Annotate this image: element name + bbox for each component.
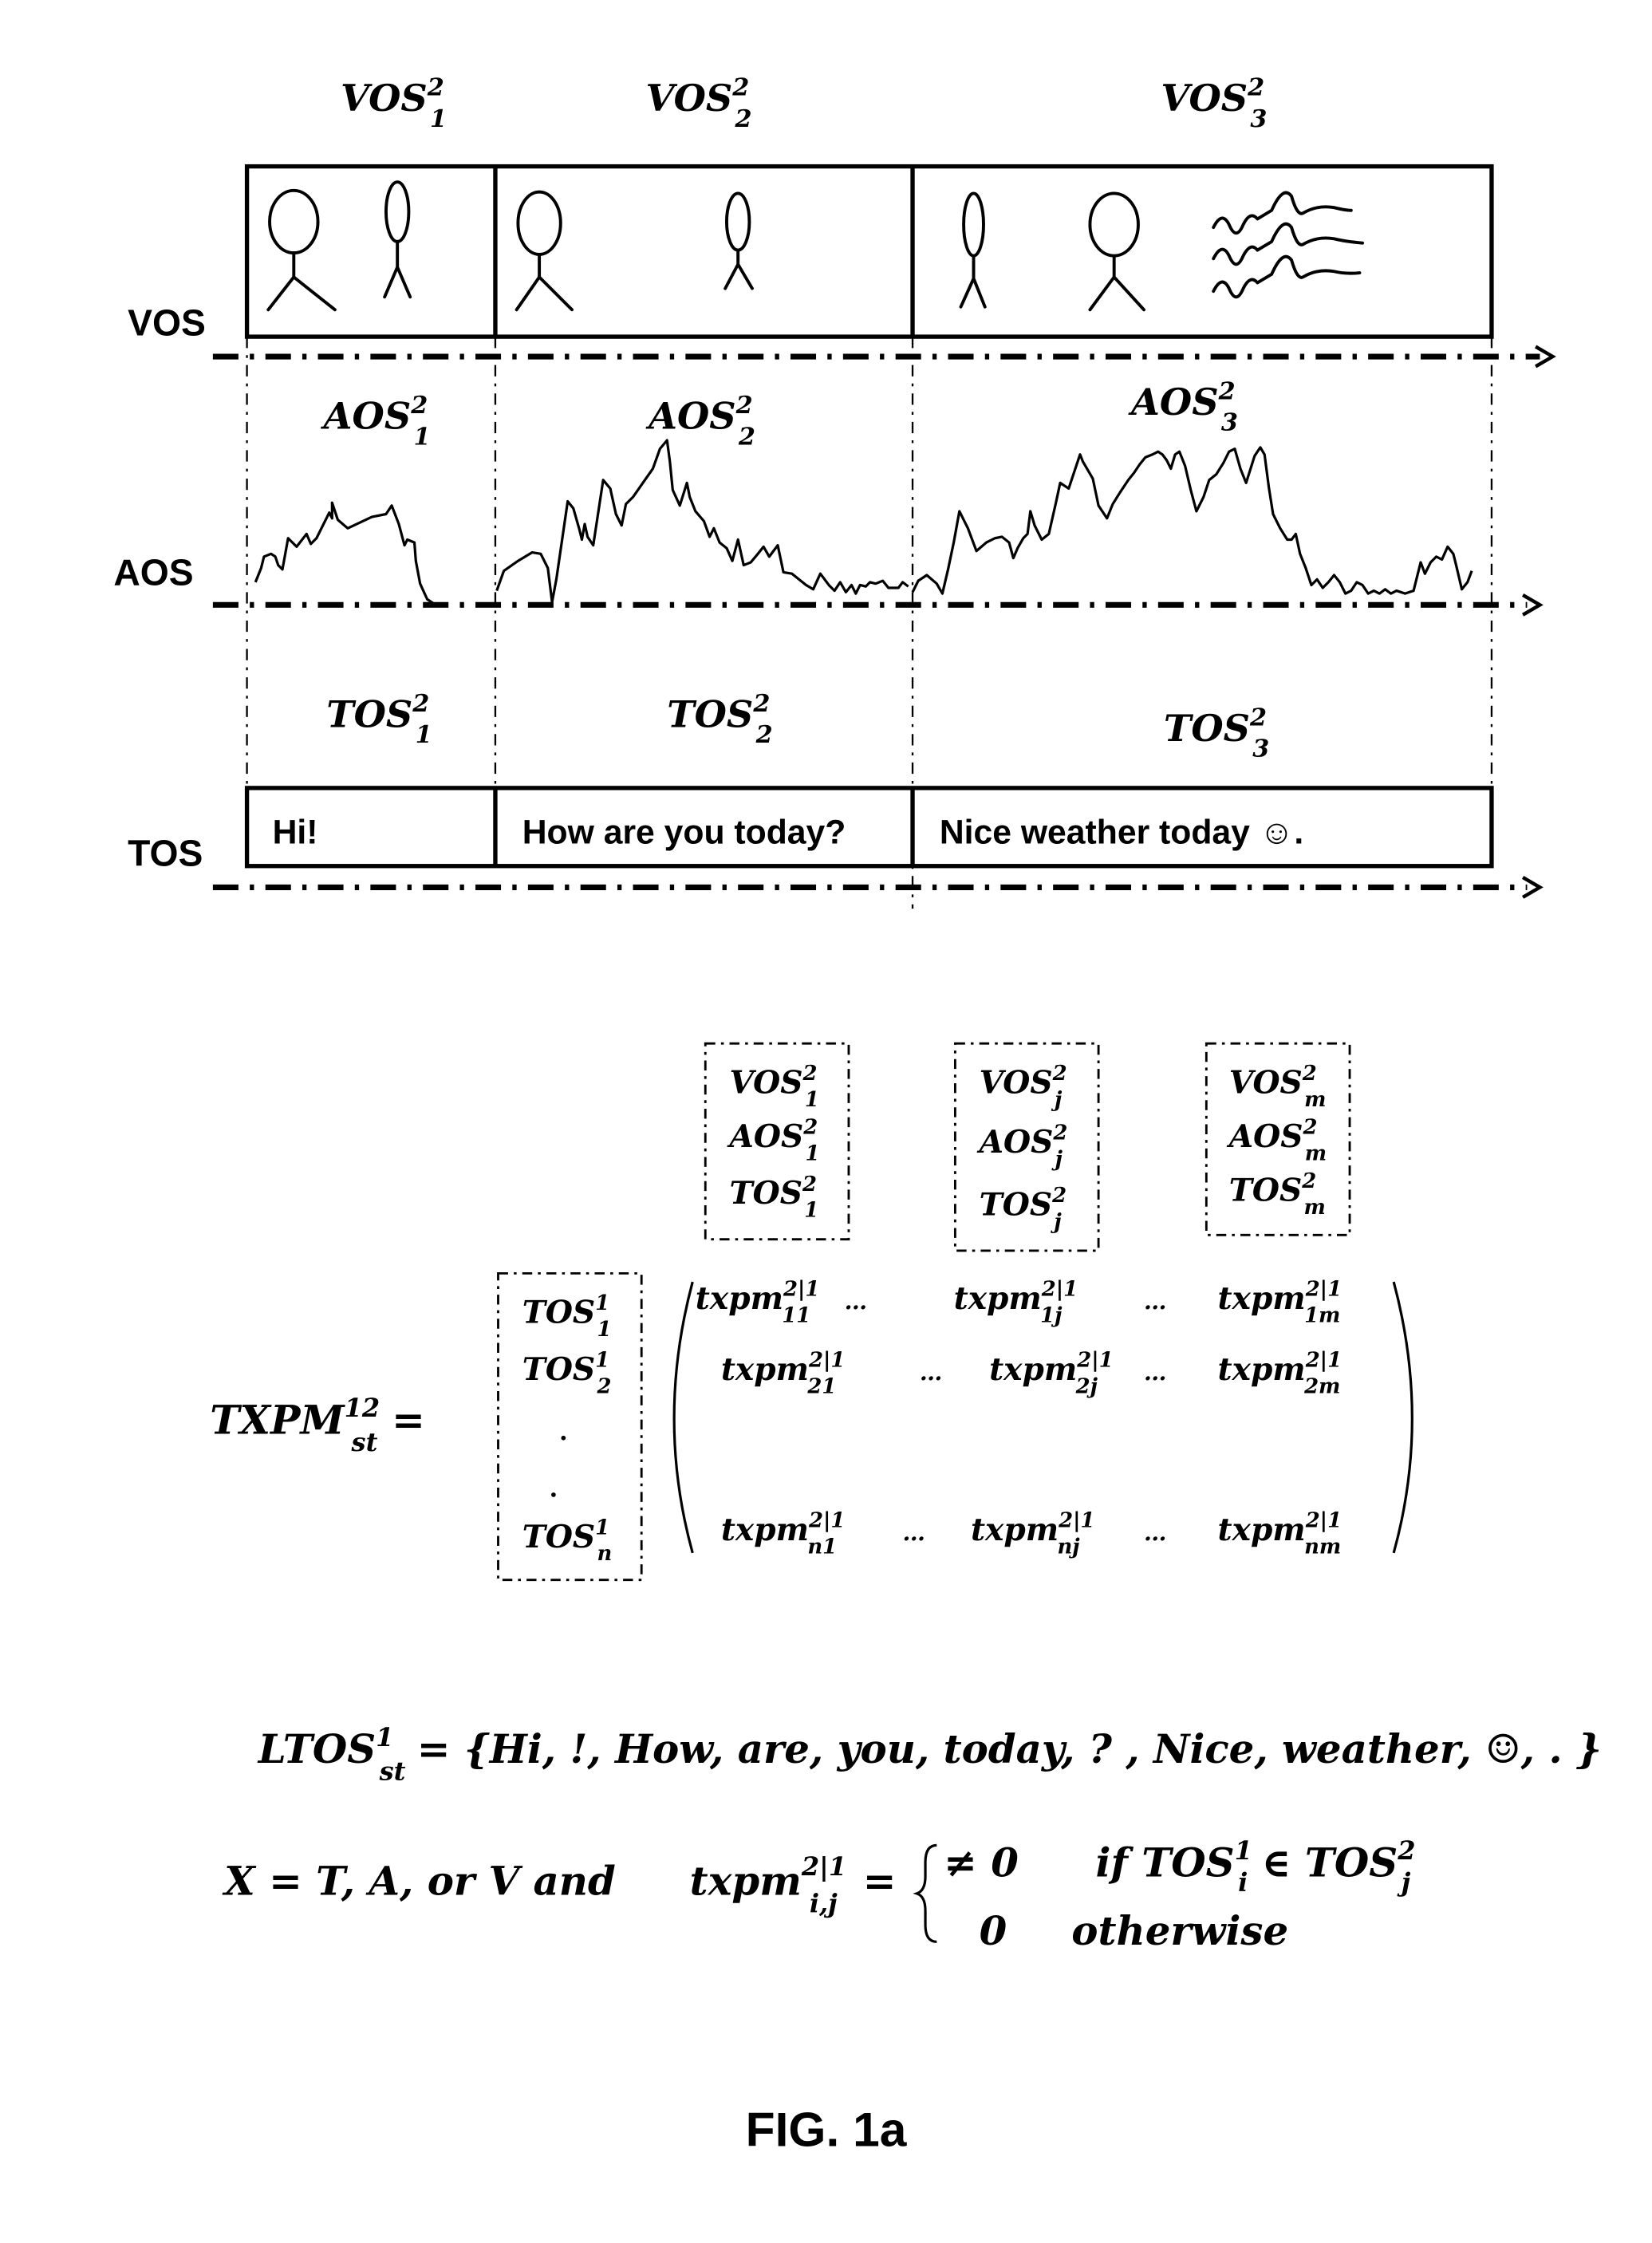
matrix-cell: txpm2|1 21 (721, 1348, 845, 1398)
matrix-cell: txpm2|1 1j (954, 1277, 1078, 1327)
stream-label-vos: VOS (128, 302, 206, 343)
vertical-ellipsis-dot (551, 1492, 556, 1497)
segment-dividers (246, 337, 1493, 909)
stream-label-tos: TOS (128, 833, 203, 874)
figure-caption: FIG. 1a (746, 2103, 908, 2157)
matrix-lhs: TXPM12 st = (210, 1393, 425, 1457)
audio-waveforms (254, 439, 1473, 606)
column-header-tos-1: TOS2 1 (730, 1173, 819, 1223)
ltos-equation: LTOS1 st = {Hi, !, How, are, you, today, ?… (257, 1722, 1602, 1787)
definition-left: X = T, A, or V and (222, 1858, 616, 1905)
person-narrow-icon (383, 180, 412, 299)
stream-label-aos: AOS (113, 551, 193, 593)
case1-condition: if TOS1 i ∈ TOS2 j (1096, 1835, 1416, 1897)
matrix-cell: txpm2|1 2j (989, 1348, 1113, 1398)
column-header-vos-1: VOS2 1 (730, 1062, 819, 1112)
vos-stream-box (244, 164, 1494, 339)
matrix-cells: txpm2|1 11 txpm2|1 1j txpm2|1 1m … … txpm2|1 21 tx… (696, 1277, 1342, 1559)
vos-segment-label-1: VOS2 1 (341, 74, 447, 133)
vos-segment-label-2: VOS2 2 (646, 74, 752, 133)
tos-time-axis (212, 876, 1544, 899)
vos-time-axis (212, 345, 1556, 369)
row-header-tos: TOS1 n (522, 1516, 613, 1566)
vos-segment-label-3: VOS2 3 (1161, 74, 1267, 133)
horizontal-ellipsis: … (1144, 1519, 1166, 1546)
column-header-vos-3: VOS2 m (1229, 1062, 1327, 1112)
arrow-head-icon (1521, 876, 1544, 899)
matrix-cell: txpm2|1 1m (1218, 1277, 1342, 1327)
aos-segment-label-2: AOS2 2 (645, 392, 755, 451)
wavy-lines-icon (1212, 191, 1364, 299)
tos-segment-label-3: TOS2 3 (1164, 704, 1269, 763)
column-header-tos-3: TOS2 m (1229, 1169, 1326, 1220)
aos-segment-label-1: AOS2 1 (321, 392, 431, 451)
horizontal-ellipsis: … (920, 1358, 942, 1386)
matrix-cell: txpm2|1 n1 (721, 1508, 845, 1559)
person-narrow-icon (723, 191, 754, 290)
audio-waveform-1 (254, 501, 444, 606)
matrix-cell: txpm2|1 nm (1218, 1508, 1342, 1559)
audio-waveform-2 (495, 439, 909, 604)
horizontal-ellipsis: … (903, 1519, 925, 1546)
case2-value: 0 (980, 1907, 1007, 1954)
cases-brace (913, 1843, 937, 1943)
column-header-aos-3: AOS2 m (1226, 1116, 1327, 1166)
vos-segment-labels: VOS2 1 VOS2 2 VOS2 3 (341, 74, 1267, 133)
matrix-cell: txpm2|1 nj (971, 1508, 1094, 1559)
audio-waveform-3 (911, 446, 1473, 595)
tos-text-2: How are you today? (522, 813, 846, 851)
tos-segment-label-2: TOS2 2 (667, 690, 772, 749)
matrix-cell: txpm2|1 2m (1218, 1348, 1342, 1398)
tos-text-1: Hi! (273, 813, 318, 851)
horizontal-ellipsis: … (1144, 1287, 1166, 1315)
tos-stream-box: Hi! How are you today? Nice weather toda… (244, 786, 1494, 869)
person-wide-icon (266, 188, 337, 312)
figure-canvas: VOS2 1 VOS2 2 VOS2 3 VOS AOS TOS AOS2 1 … (113, 74, 1602, 2157)
case2-condition: otherwise (1071, 1907, 1288, 1954)
person-wide-icon (1088, 191, 1146, 312)
matrix-left-paren (672, 1281, 694, 1554)
person-wide-icon (515, 190, 574, 312)
aos-time-axis (212, 593, 1544, 617)
column-header-vos-2: VOS2 j (980, 1062, 1067, 1112)
vertical-ellipsis-dot (561, 1435, 566, 1441)
horizontal-ellipsis: … (1144, 1358, 1166, 1386)
horizontal-ellipsis: … (845, 1287, 867, 1315)
arrow-head-icon (1521, 593, 1544, 617)
definition-lhs: txpm2|1 i,j = (690, 1851, 897, 1918)
column-header-tos-2: TOS2 j (980, 1184, 1067, 1234)
column-header-aos-2: AOS2 j (976, 1122, 1068, 1172)
row-header-tos: TOS1 2 (522, 1348, 612, 1398)
aos-segment-label-3: AOS2 3 (1128, 377, 1238, 436)
column-header-labels: VOS2 1AOS2 1 TOS2 1 VOS2 j AOS2 j TOS2 j VOS2 mAOS2 m… (727, 1062, 1327, 1234)
row-header-labels: TOS1 1 TOS1 2 TOS1 n (522, 1291, 613, 1566)
row-header-tos: TOS1 1 (522, 1291, 612, 1342)
matrix-right-paren (1392, 1281, 1413, 1554)
aos-segment-labels: AOS2 1 AOS2 2 AOS2 3 (321, 377, 1238, 451)
tos-segment-labels: TOS2 1 TOS2 2 TOS2 3 (326, 690, 1269, 763)
matrix-cell: txpm2|1 11 (696, 1277, 820, 1327)
tos-segment-label-1: TOS2 1 (326, 690, 432, 749)
tos-text-3: Nice weather today ☺. (940, 813, 1303, 851)
person-narrow-icon (959, 191, 987, 309)
case1-value: ≠ 0 (944, 1839, 1019, 1886)
column-header-aos-1: AOS2 1 (727, 1116, 820, 1166)
